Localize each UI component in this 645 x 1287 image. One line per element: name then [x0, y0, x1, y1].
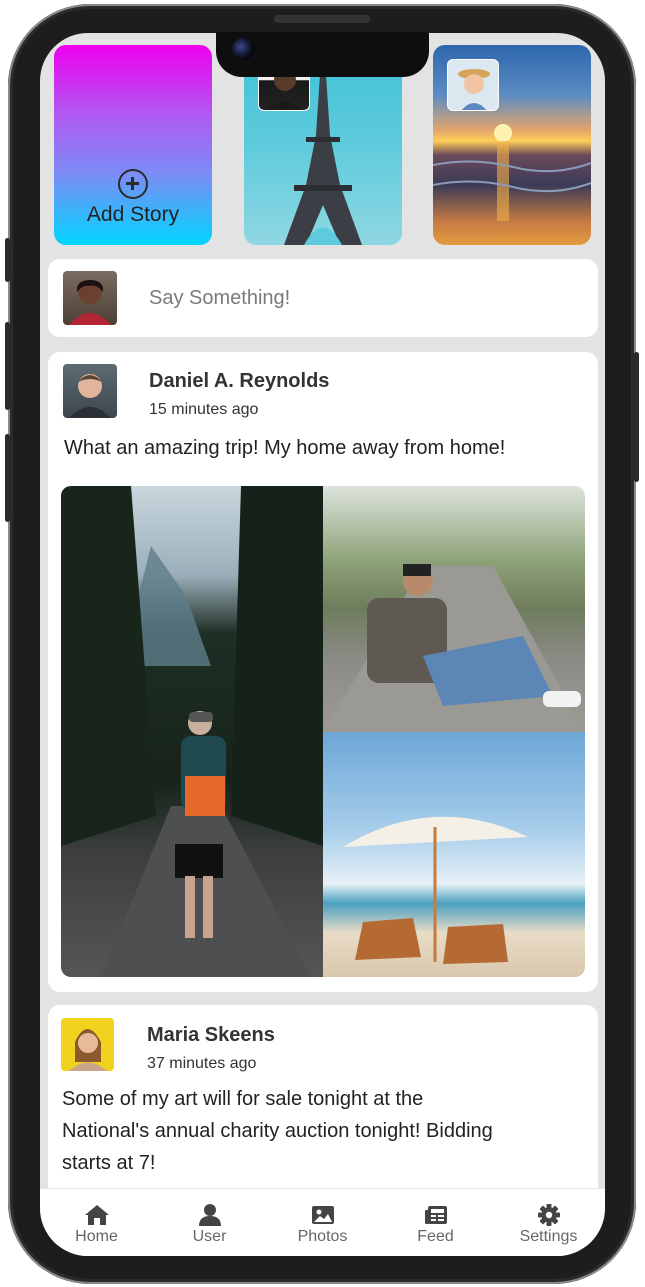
author-avatar[interactable]	[63, 364, 117, 418]
author-name[interactable]: Maria Skeens	[147, 1024, 275, 1047]
story-avatar	[447, 59, 499, 111]
speaker-grille	[274, 15, 370, 23]
photo-gallery	[61, 486, 585, 977]
post-text: What an amazing trip! My home away from …	[64, 437, 506, 459]
volume-up-button	[5, 322, 10, 410]
add-circle-icon	[118, 169, 148, 199]
home-icon	[85, 1205, 109, 1225]
nav-feed[interactable]: Feed	[379, 1189, 492, 1256]
volume-down-button	[5, 434, 10, 522]
camera-lens-icon	[232, 38, 254, 60]
author-name[interactable]: Daniel A. Reynolds	[149, 370, 329, 393]
nav-photos[interactable]: Photos	[266, 1189, 379, 1256]
story-card-beach[interactable]	[433, 45, 591, 245]
add-story-card[interactable]: Add Story	[54, 45, 212, 245]
power-button	[634, 352, 639, 482]
post-timestamp: 15 minutes ago	[149, 401, 259, 418]
bottom-navigation: Home User Photos Feed Settings	[40, 1188, 605, 1256]
feed-icon	[425, 1206, 447, 1224]
gallery-photo-man-sitting[interactable]	[323, 486, 585, 732]
add-story-label: Add Story	[86, 203, 180, 226]
nav-settings-label: Settings	[519, 1228, 578, 1245]
nav-photos-label: Photos	[297, 1228, 348, 1245]
mute-switch	[5, 238, 10, 282]
author-avatar[interactable]	[61, 1018, 114, 1071]
nav-user[interactable]: User	[153, 1189, 266, 1256]
composer-input[interactable]: Say Something!	[149, 287, 290, 310]
post-timestamp: 37 minutes ago	[147, 1055, 257, 1072]
nav-feed-label: Feed	[417, 1228, 454, 1245]
post-card: Daniel A. Reynolds 15 minutes ago What a…	[48, 352, 598, 992]
nav-settings[interactable]: Settings	[492, 1189, 605, 1256]
post-composer[interactable]: Say Something!	[48, 259, 598, 337]
nav-user-label: User	[192, 1228, 227, 1245]
user-icon	[199, 1204, 221, 1226]
gallery-photo-forest-road[interactable]	[61, 486, 323, 977]
app-screen: Add Story Say Something! Daniel A. Reyno…	[40, 33, 605, 1256]
nav-home[interactable]: Home	[40, 1189, 153, 1256]
gallery-photo-beach-umbrella[interactable]	[323, 732, 585, 977]
photos-icon	[312, 1206, 334, 1224]
nav-home-label: Home	[75, 1228, 118, 1245]
current-user-avatar	[63, 271, 117, 325]
gear-icon	[538, 1204, 560, 1226]
post-text: Some of my art will for sale tonight at …	[62, 1088, 493, 1174]
